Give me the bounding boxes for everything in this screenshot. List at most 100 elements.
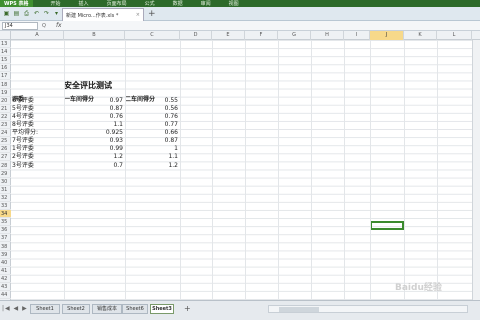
row-header-24[interactable]: 24: [0, 129, 11, 138]
open-icon[interactable]: ▤: [13, 10, 20, 17]
app-menu-button[interactable]: WPS 表格: [0, 0, 33, 7]
row-header-35[interactable]: 35: [0, 218, 11, 227]
function-icon[interactable]: fx: [56, 22, 62, 29]
cell-judge[interactable]: 3号评委: [12, 162, 34, 170]
vertical-scrollbar[interactable]: [472, 40, 480, 300]
row-header-22[interactable]: 22: [0, 113, 11, 121]
column-header-f[interactable]: F: [245, 31, 278, 40]
cell-workshop-2-score[interactable]: 0.77: [125, 121, 178, 129]
row-header-31[interactable]: 31: [0, 186, 11, 194]
row-header-25[interactable]: 25: [0, 137, 11, 146]
cell-workshop-2-score[interactable]: 1.1: [125, 153, 178, 161]
print-icon[interactable]: ⎙: [23, 10, 30, 17]
cell-judge[interactable]: 2号评委: [12, 153, 34, 161]
column-header-i[interactable]: I: [344, 31, 370, 40]
select-all-corner[interactable]: [0, 31, 11, 40]
cell-workshop-2-score[interactable]: 0.66: [125, 129, 178, 137]
row-header-19[interactable]: 19: [0, 89, 11, 97]
row-header-29[interactable]: 29: [0, 170, 11, 178]
document-tab[interactable]: 新建 Micro...作表.xls * ×: [62, 8, 144, 21]
name-box[interactable]: J34: [2, 21, 38, 30]
row-header-34[interactable]: 34: [0, 210, 11, 219]
cell-judge[interactable]: 5号评委: [12, 105, 34, 113]
column-header-c[interactable]: C: [125, 31, 180, 40]
add-sheet-button[interactable]: +: [184, 304, 191, 313]
menu-item-page-layout[interactable]: 页面布局: [107, 0, 127, 7]
menu-item-home[interactable]: 开始: [51, 0, 61, 7]
column-header-k[interactable]: K: [404, 31, 437, 40]
cell-workshop-2-score[interactable]: 1: [125, 145, 178, 153]
row-header-27[interactable]: 27: [0, 153, 11, 162]
row-header-20[interactable]: 20: [0, 97, 11, 105]
sheet-tab-1[interactable]: Sheet1: [30, 304, 60, 314]
menu-item-view[interactable]: 视图: [229, 0, 239, 7]
row-header-44[interactable]: 44: [0, 291, 11, 300]
save-icon[interactable]: ▣: [3, 10, 10, 17]
cell-workshop-2-score[interactable]: 0.55: [125, 97, 178, 105]
redo-icon[interactable]: ↷: [43, 10, 50, 17]
cell-workshop-2-score[interactable]: 0.76: [125, 113, 178, 121]
row-header-38[interactable]: 38: [0, 243, 11, 251]
row-header-21[interactable]: 21: [0, 105, 11, 113]
row-header-36[interactable]: 36: [0, 226, 11, 235]
column-header-b[interactable]: B: [64, 31, 125, 40]
row-header-15[interactable]: 15: [0, 56, 11, 65]
cell-workshop-1-score[interactable]: 0.87: [64, 105, 123, 113]
cell-judge[interactable]: 6号评委: [12, 97, 34, 105]
row-header-40[interactable]: 40: [0, 259, 11, 267]
row-header-30[interactable]: 30: [0, 178, 11, 186]
row-header-26[interactable]: 26: [0, 145, 11, 154]
column-header-g[interactable]: G: [278, 31, 311, 40]
cell-workshop-1-score[interactable]: 0.93: [64, 137, 123, 145]
row-header-18[interactable]: 18: [0, 81, 11, 89]
row-header-33[interactable]: 33: [0, 202, 11, 211]
menu-item-formula[interactable]: 公式: [145, 0, 155, 7]
column-header-h[interactable]: H: [311, 31, 344, 40]
row-header-43[interactable]: 43: [0, 283, 11, 292]
sheet-tab-5[interactable]: Sheet3: [150, 304, 174, 314]
cell-workshop-2-score[interactable]: 0.56: [125, 105, 178, 113]
menu-item-insert[interactable]: 插入: [79, 0, 89, 7]
cell-judge[interactable]: 8号评委: [12, 121, 34, 129]
cell-workshop-1-score[interactable]: 1.2: [64, 153, 123, 161]
cell-judge[interactable]: 平均得分:: [12, 129, 38, 137]
cell-judge[interactable]: 4号评委: [12, 113, 34, 121]
row-header-42[interactable]: 42: [0, 275, 11, 283]
close-icon[interactable]: ×: [136, 12, 140, 18]
cell-workshop-1-score[interactable]: 1.1: [64, 121, 123, 129]
cell-grid[interactable]: 安全评比测试 评委 一车间得分 二车间得分 6号评委 0.97 0.55 5号评委 0.…: [11, 40, 480, 300]
row-header-32[interactable]: 32: [0, 194, 11, 202]
column-header-a[interactable]: A: [11, 31, 64, 40]
column-header-e[interactable]: E: [212, 31, 245, 40]
dropdown-icon[interactable]: ▾: [53, 10, 60, 17]
row-header-28[interactable]: 28: [0, 162, 11, 170]
sheet-tab-4[interactable]: Sheet6: [122, 304, 148, 314]
cell-workshop-1-score[interactable]: 0.99: [64, 145, 123, 153]
zoom-icon[interactable]: Q: [42, 23, 46, 29]
cell-workshop-1-score[interactable]: 0.76: [64, 113, 123, 121]
column-header-l[interactable]: L: [437, 31, 472, 40]
row-header-13[interactable]: 13: [0, 40, 11, 49]
cell-workshop-2-score[interactable]: 0.87: [125, 137, 178, 145]
menu-item-data[interactable]: 数据: [173, 0, 183, 7]
row-header-16[interactable]: 16: [0, 64, 11, 73]
new-tab-button[interactable]: +: [148, 9, 156, 19]
horizontal-scrollbar[interactable]: [268, 305, 468, 313]
row-header-37[interactable]: 37: [0, 234, 11, 243]
row-header-23[interactable]: 23: [0, 121, 11, 130]
cell-judge[interactable]: 7号评委: [12, 137, 34, 145]
sheet-tab-3[interactable]: 销售成本: [92, 304, 122, 314]
cell-workshop-2-score[interactable]: 1.2: [125, 162, 178, 170]
sheet-tab-2[interactable]: Sheet2: [62, 304, 90, 314]
cell-workshop-1-score[interactable]: 0.7: [64, 162, 123, 170]
row-header-14[interactable]: 14: [0, 48, 11, 57]
cell-workshop-1-score[interactable]: 0.97: [64, 97, 123, 105]
column-header-d[interactable]: D: [180, 31, 212, 40]
cell-workshop-1-score[interactable]: 0.925: [64, 129, 123, 137]
column-header-j[interactable]: J: [370, 31, 404, 40]
scroll-thumb[interactable]: [279, 307, 319, 312]
menu-item-review[interactable]: 审阅: [201, 0, 211, 7]
row-header-17[interactable]: 17: [0, 72, 11, 81]
row-header-39[interactable]: 39: [0, 251, 11, 259]
selected-cell-J34[interactable]: [370, 221, 404, 230]
